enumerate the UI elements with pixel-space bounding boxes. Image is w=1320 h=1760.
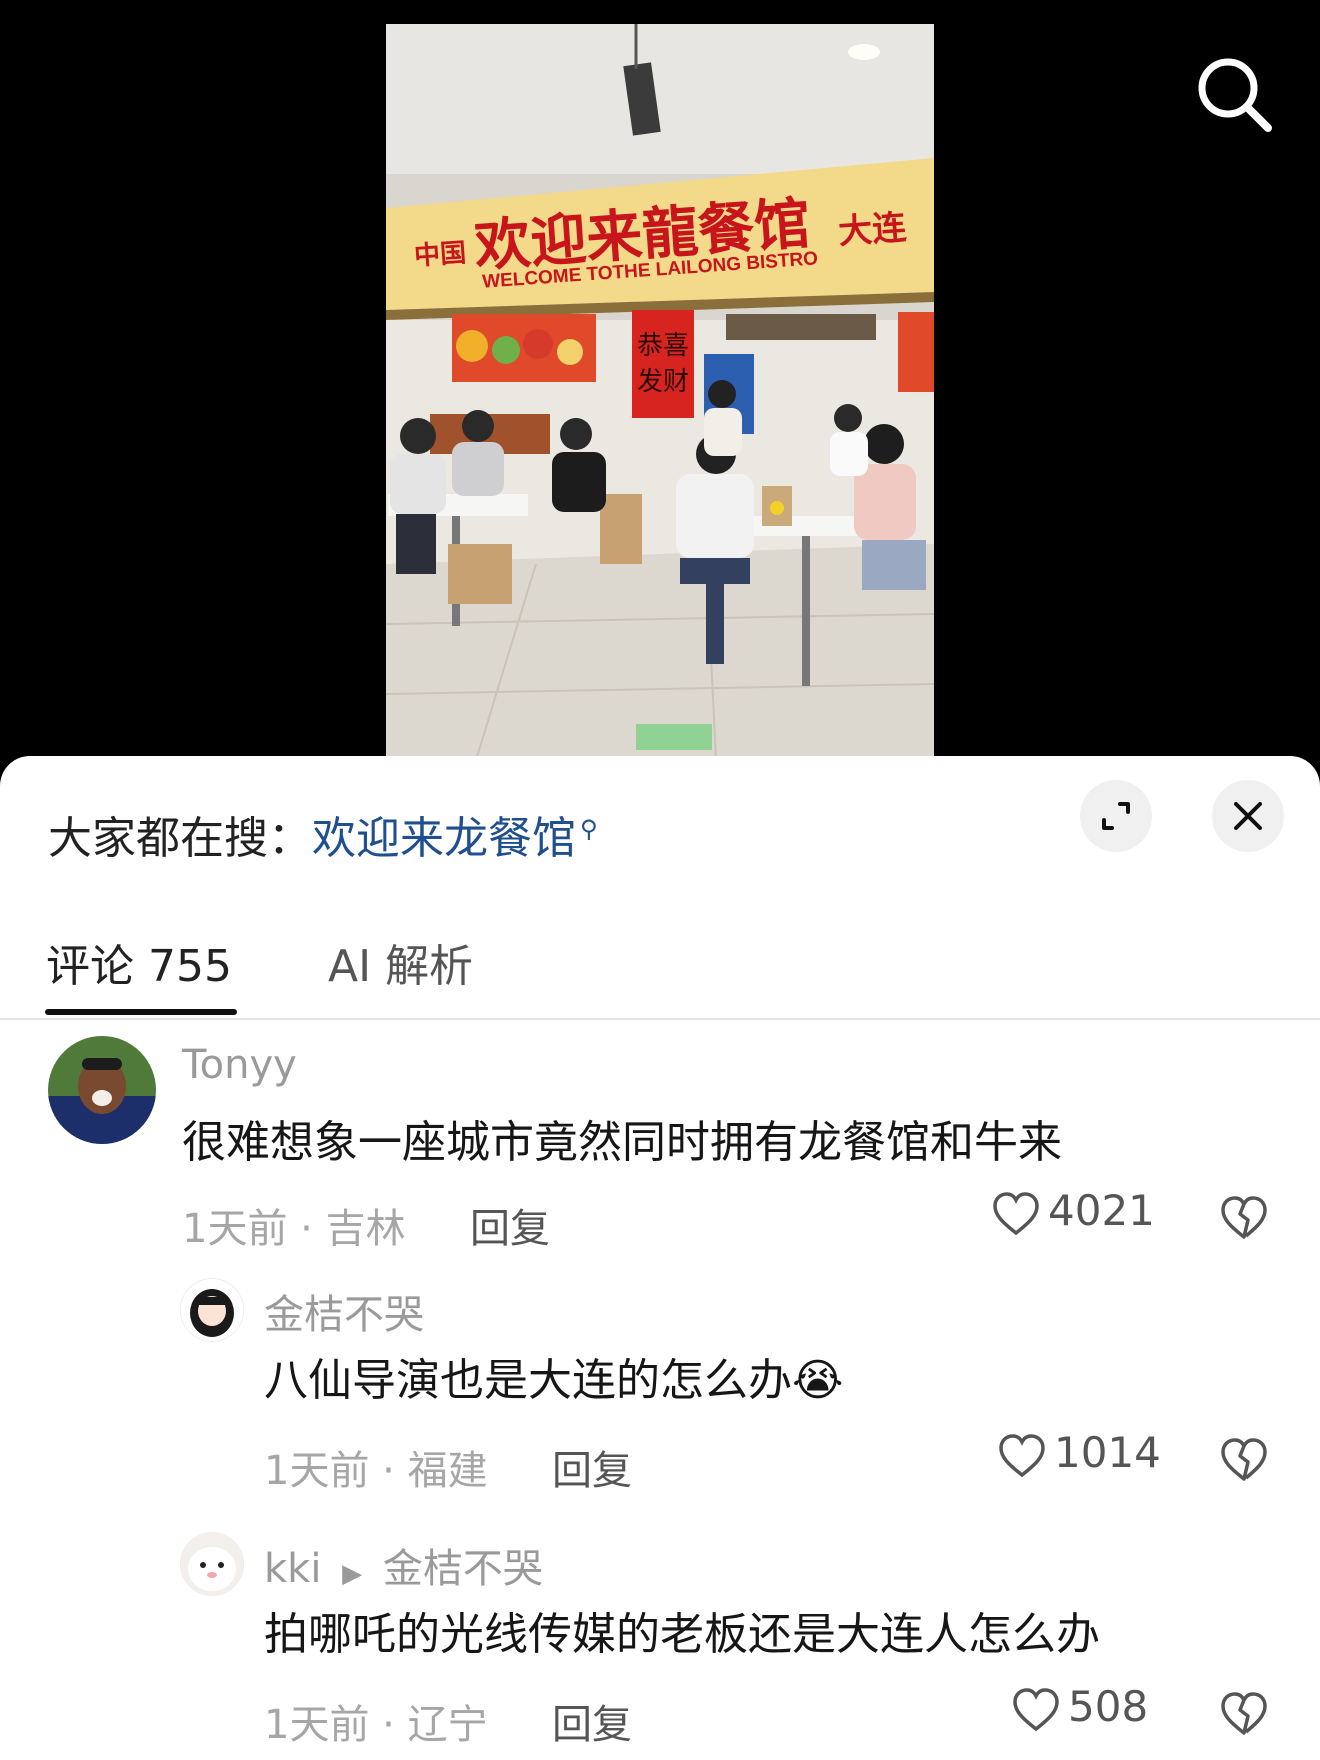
tab-comments[interactable]: 评论 755 <box>46 930 232 994</box>
comment-tabs: 评论 755 AI 解析 <box>0 896 1320 1020</box>
restaurant-scene: 恭喜 发财 <box>386 24 934 760</box>
dislike-button[interactable] <box>1218 1434 1270 1486</box>
comment-text-body: 八仙导演也是大连的怎么办 <box>264 1355 792 1406</box>
like-button[interactable]: 508 <box>1010 1682 1148 1736</box>
avatar[interactable] <box>180 1532 244 1596</box>
reply-button[interactable]: 回复 <box>552 1692 632 1750</box>
heart-icon <box>1010 1682 1062 1731</box>
broken-heart-icon <box>1218 1692 1270 1735</box>
trending-search-term[interactable]: 欢迎来龙餐馆 <box>312 813 576 864</box>
like-count: 1014 <box>1054 1428 1161 1477</box>
close-icon <box>1212 802 1284 856</box>
sign-suffix: 大连 <box>836 207 908 253</box>
like-button[interactable]: 4021 <box>990 1186 1155 1240</box>
reply-button[interactable]: 回复 <box>552 1438 632 1496</box>
like-count: 508 <box>1068 1682 1149 1731</box>
comment-text: 很难想象一座城市竟然同时拥有龙餐馆和牛来 <box>182 1117 1062 1168</box>
broken-heart-icon <box>1218 1438 1270 1481</box>
comments-sheet: 大家都在搜：欢迎来龙餐馆 ⚲ 评论 755 AI 解析 Tonyy 很难想象一座… <box>0 756 1320 1760</box>
sign-prefix: 中国 <box>413 238 468 272</box>
comment-username[interactable]: kki <box>264 1546 321 1592</box>
like-count: 4021 <box>1048 1186 1155 1235</box>
reply-to-username[interactable]: 金桔不哭 <box>383 1546 543 1592</box>
search-button[interactable] <box>1190 50 1280 140</box>
video-area[interactable]: 恭喜 发财 中国 欢迎来龍餐馆 大连 WELCOME TOTHE LAILONG… <box>0 0 1320 760</box>
close-button[interactable] <box>1212 780 1284 852</box>
dislike-button[interactable] <box>1218 1192 1270 1244</box>
expand-button[interactable] <box>1080 780 1152 852</box>
small-search-icon: ⚲ <box>580 815 598 844</box>
avatar[interactable] <box>180 1278 244 1342</box>
reply-button[interactable]: 回复 <box>470 1196 550 1254</box>
dislike-button[interactable] <box>1218 1688 1270 1740</box>
search-icon <box>1190 58 1280 144</box>
trending-label: 大家都在搜： <box>48 813 312 864</box>
comment-text: 拍哪吒的光线传媒的老板还是大连人怎么办 <box>264 1609 1100 1660</box>
avatar[interactable] <box>48 1036 156 1144</box>
heart-icon <box>996 1428 1048 1477</box>
svg-text:发财: 发财 <box>637 367 689 397</box>
reply-arrow-icon: ▶ <box>342 1559 363 1589</box>
comment-meta: 1天前 · 福建 <box>264 1448 488 1494</box>
comment-username[interactable]: Tonyy <box>182 1042 297 1088</box>
active-tab-indicator <box>45 1009 237 1015</box>
comment-meta: 1天前 · 吉林 <box>182 1206 406 1252</box>
comment-meta: 1天前 · 辽宁 <box>264 1702 488 1748</box>
like-button[interactable]: 1014 <box>996 1428 1161 1482</box>
crying-emoji: 😭 <box>792 1355 844 1406</box>
heart-icon <box>990 1186 1042 1235</box>
banner-text: 恭喜 <box>637 331 689 361</box>
restaurant-photo: 恭喜 发财 中国 欢迎来龍餐馆 大连 WELCOME TOTHE LAILONG… <box>386 24 934 760</box>
comment-username-line: kki ▶ 金桔不哭 <box>264 1536 543 1594</box>
trending-search-bar[interactable]: 大家都在搜：欢迎来龙餐馆 ⚲ <box>48 802 598 866</box>
expand-icon <box>1080 802 1152 856</box>
broken-heart-icon <box>1218 1196 1270 1239</box>
comment-username[interactable]: 金桔不哭 <box>264 1282 424 1340</box>
comment-text: 八仙导演也是大连的怎么办😭 <box>264 1344 843 1408</box>
tab-ai-analysis[interactable]: AI 解析 <box>328 930 473 994</box>
